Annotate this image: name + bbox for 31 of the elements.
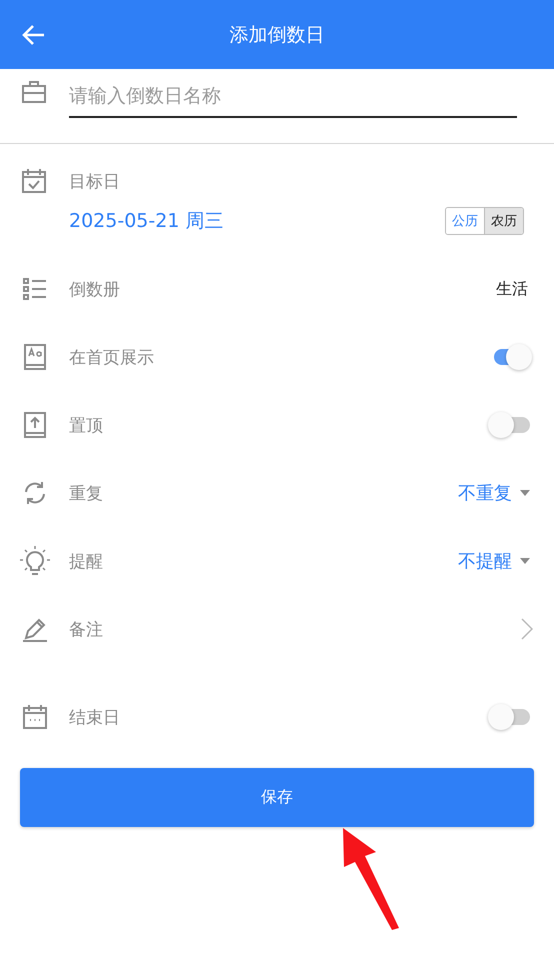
toggle-switch[interactable] [488,412,532,438]
lightbulb-icon [20,546,50,576]
dropdown[interactable]: 不提醒 [458,549,530,573]
setting-label: 结束日 [69,706,121,728]
name-input-field[interactable]: 请输入倒数日名称 [69,76,517,118]
setting-label: 重复 [69,482,104,504]
refresh-icon [23,481,47,505]
dropdown[interactable]: 不重复 [458,481,530,505]
pencil-icon [22,616,48,642]
field-label: 目标日 [69,170,120,192]
calendar-icon [23,705,47,729]
caret-icon [520,490,530,496]
caret-icon [520,558,530,564]
page-title: 添加倒数日 [230,22,324,48]
chevron-button[interactable] [521,618,533,640]
book-upload-icon [24,412,46,438]
calendar-type-tab[interactable]: 农历 [484,208,523,234]
setting-label: 置顶 [69,414,104,436]
toggle-switch[interactable] [488,704,532,730]
list-icon [23,278,47,300]
save-button[interactable]: 保存 [20,768,534,827]
book-icon [24,344,46,370]
chevron-right-icon [521,618,533,640]
setting-value[interactable]: 生活 [496,278,528,300]
setting-label: 备注 [69,618,104,640]
setting-label: 倒数册 [69,278,121,300]
briefcase-icon [22,81,46,103]
calendar-check-icon [22,169,46,193]
target-date-value[interactable]: 2025-05-21 周三 [69,208,224,234]
setting-label: 提醒 [69,550,104,572]
setting-label: 在首页展示 [69,346,155,368]
